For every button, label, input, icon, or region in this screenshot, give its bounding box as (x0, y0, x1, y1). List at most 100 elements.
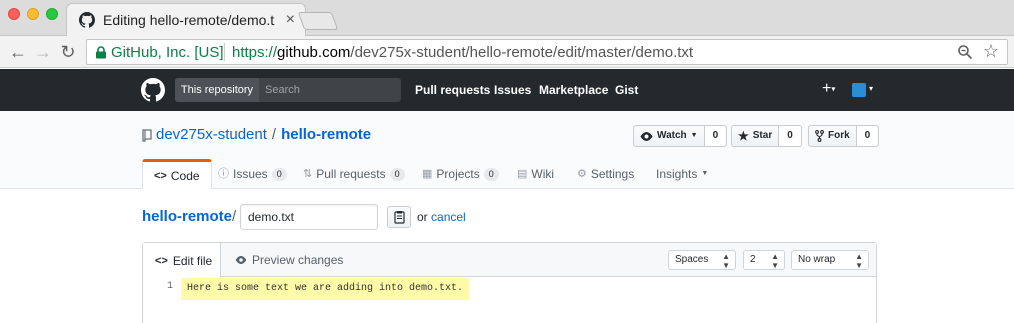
back-arrow-icon[interactable]: ← (7, 41, 29, 63)
repo-nav: <> Code ⓘ Issues 0 ⇅ Pull requests 0 ▦ P… (142, 159, 876, 190)
eye-icon (640, 131, 653, 141)
or-label: or (417, 210, 428, 224)
lock-icon (96, 46, 106, 59)
tab-preview-changes[interactable]: Preview changes (235, 243, 343, 277)
cancel-link[interactable]: cancel (431, 210, 466, 224)
fork-icon (815, 130, 824, 142)
fork-count[interactable]: 0 (856, 125, 880, 147)
url-host: github.com (277, 44, 351, 61)
indent-size-select[interactable]: 2 ▲ ▼ (743, 250, 785, 270)
watch-button[interactable]: Watch ▼ (633, 125, 705, 147)
tab-code[interactable]: <> Code (142, 159, 212, 190)
fork-button[interactable]: Fork (808, 125, 857, 147)
watch-count[interactable]: 0 (704, 125, 728, 147)
select-arrows-icon: ▲ ▼ (771, 252, 779, 270)
github-header: This repository Pull requests Issues Mar… (0, 69, 1014, 111)
zoom-icon[interactable] (957, 44, 973, 60)
github-favicon-icon (79, 12, 95, 28)
close-window-button[interactable] (8, 8, 20, 20)
nav-gist[interactable]: Gist (615, 83, 638, 97)
tab-settings-label: Settings (590, 167, 635, 181)
avatar-chevron-down-icon[interactable]: ▾ (869, 84, 873, 93)
repo-title-slash: / (271, 126, 277, 143)
browser-tab-active[interactable]: Editing hello-remote/demo.txt × (66, 3, 306, 37)
repo-icon (142, 129, 152, 142)
file-editor: <> Edit file Preview changes Spaces ▲ ▼ 2… (142, 242, 877, 323)
tab-projects-label: Projects (436, 167, 480, 181)
search-scope-label: This repository (175, 78, 259, 102)
star-label: Star (752, 130, 773, 141)
tab-settings[interactable]: ⚙ Settings (577, 159, 634, 189)
fork-button-group: Fork 0 (808, 125, 880, 147)
url-text[interactable]: https://github.com/dev275x-student/hello… (232, 44, 693, 61)
tab-projects[interactable]: ▦ Projects 0 (422, 159, 499, 189)
repo-header: dev275x-student / hello-remote Watch ▼ 0 ★… (0, 111, 1014, 190)
indent-mode-select[interactable]: Spaces ▲ ▼ (668, 250, 736, 270)
url-path: /dev275x-student/hello-remote/edit/maste… (350, 44, 694, 61)
filename-input[interactable] (240, 204, 378, 230)
security-origin-label: GitHub, Inc. [US] (111, 44, 224, 61)
issue-opened-icon: ⓘ (218, 168, 229, 180)
code-line-text[interactable]: Here is some text we are adding into dem… (181, 278, 470, 300)
minimize-window-button[interactable] (27, 8, 39, 20)
tab-wiki-label: Wiki (531, 167, 555, 181)
create-new-plus-icon[interactable]: +▾ (822, 80, 835, 98)
tab-wiki[interactable]: ▤ Wiki (517, 159, 554, 189)
insights-chevron-down-icon: ▼ (701, 170, 709, 177)
reload-icon[interactable]: ↻ (57, 41, 79, 63)
wrap-mode-select[interactable]: No wrap ▲ ▼ (791, 250, 869, 270)
line-number: 1 (166, 281, 173, 292)
or-cancel-text: or cancel (417, 210, 466, 224)
indent-mode-value: Spaces (675, 254, 709, 265)
forward-arrow-icon[interactable]: → (32, 41, 54, 63)
pull-requests-counter: 0 (389, 167, 405, 181)
nav-pull-requests[interactable]: Pull requests (415, 83, 490, 97)
breadcrumb: hello-remote / or cancel (142, 204, 472, 230)
code-line[interactable]: 1 Here is some text we are adding into d… (143, 277, 876, 301)
wrap-mode-value: No wrap (798, 254, 836, 265)
tab-edit-file-label: Edit file (172, 253, 213, 268)
repo-name-link[interactable]: hello-remote (281, 126, 371, 143)
plus-glyph: + (822, 80, 832, 97)
tab-insights[interactable]: Insights ▼ (656, 159, 708, 189)
project-icon: ▦ (422, 168, 433, 180)
maximize-window-button[interactable] (46, 8, 58, 20)
git-pull-request-icon: ⇅ (303, 168, 313, 180)
repo-owner-link[interactable]: dev275x-student (156, 126, 267, 143)
nav-marketplace[interactable]: Marketplace (539, 83, 608, 97)
tab-edit-file[interactable]: <> Edit file (143, 243, 221, 278)
fork-label: Fork (828, 130, 850, 141)
star-icon: ★ (738, 129, 749, 143)
search-input[interactable] (259, 78, 401, 102)
star-count[interactable]: 0 (779, 125, 802, 147)
watch-button-group: Watch ▼ 0 (633, 125, 728, 147)
code-icon: <> (155, 254, 168, 267)
url-scheme: https:// (232, 44, 278, 61)
tab-code-label: Code (170, 168, 200, 183)
star-button-group: ★ Star 0 (731, 125, 802, 147)
address-bar[interactable]: GitHub, Inc. [US] https://github.com/dev… (86, 39, 1008, 65)
select-arrows-icon: ▲ ▼ (722, 252, 730, 270)
bookmark-star-icon[interactable]: ☆ (983, 41, 999, 62)
chevron-down-icon: ▾ (831, 84, 836, 94)
eye-icon (235, 256, 247, 264)
code-icon: <> (154, 169, 167, 182)
tab-issues[interactable]: ⓘ Issues 0 (218, 159, 287, 189)
browser-tab-strip: Editing hello-remote/demo.txt × (0, 0, 1014, 37)
star-button[interactable]: ★ Star (731, 125, 780, 147)
header-search: This repository (175, 78, 401, 102)
tab-preview-changes-label: Preview changes (252, 253, 344, 267)
tab-pull-requests[interactable]: ⇅ Pull requests 0 (303, 159, 405, 189)
github-logo-icon[interactable] (141, 78, 165, 102)
new-tab-button[interactable] (297, 12, 339, 30)
gear-icon: ⚙ (577, 168, 587, 180)
copy-path-button[interactable] (387, 206, 411, 228)
tab-close-icon[interactable]: × (286, 11, 295, 29)
indent-size-value: 2 (750, 254, 756, 265)
avatar[interactable] (852, 83, 866, 97)
nav-issues[interactable]: Issues (494, 83, 531, 97)
breadcrumb-slash: / (232, 208, 237, 225)
watch-label: Watch (657, 130, 687, 141)
breadcrumb-repo-link[interactable]: hello-remote (142, 208, 232, 225)
book-icon: ▤ (517, 168, 528, 180)
